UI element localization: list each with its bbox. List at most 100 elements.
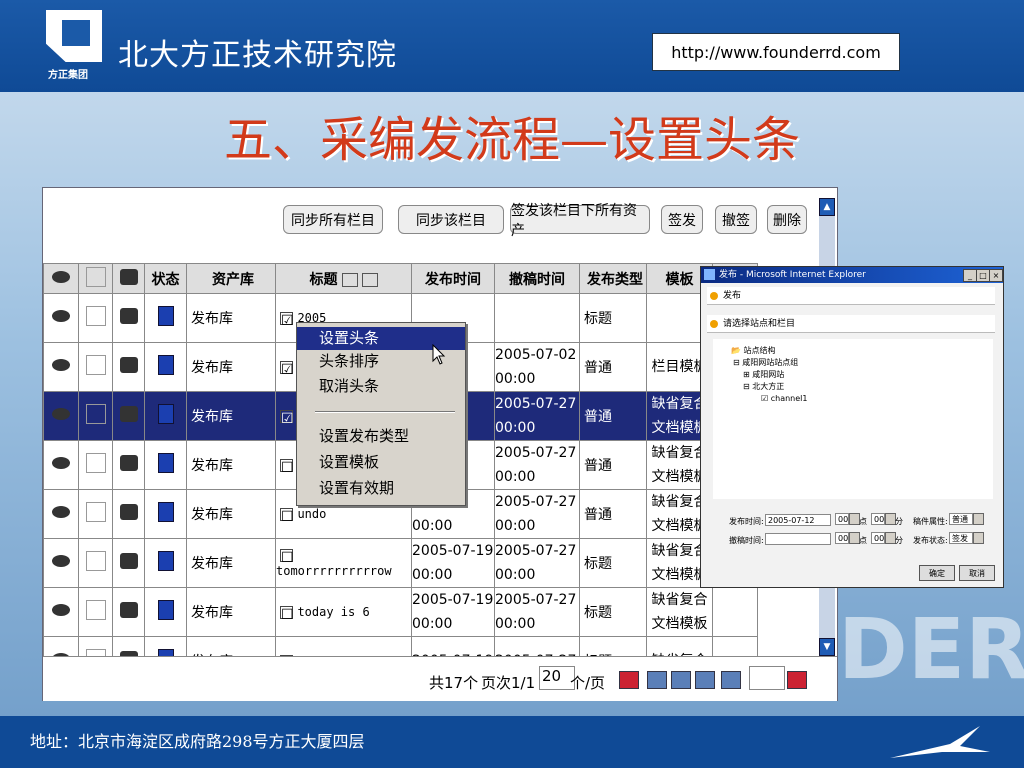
menu-set-template[interactable]: 设置模板: [297, 451, 465, 474]
revoke-date-cell: 2005-07-27: [495, 543, 577, 559]
maximize-icon[interactable]: □: [976, 269, 990, 282]
chevron-down-icon[interactable]: [973, 513, 984, 525]
package-icon[interactable]: [119, 553, 138, 569]
eye-icon[interactable]: [52, 359, 70, 371]
next-page-icon[interactable]: [695, 671, 715, 689]
publish-time-input[interactable]: 2005-07-12: [765, 514, 831, 526]
publish-clock-cell: 00:00: [412, 616, 453, 632]
title-cell[interactable]: today is 6: [297, 605, 369, 619]
eye-icon[interactable]: [52, 457, 70, 469]
table-cell: [78, 489, 113, 539]
table-cell: 发布库: [186, 440, 276, 490]
status-select[interactable]: 签发: [949, 532, 973, 544]
network-icon[interactable]: [85, 453, 106, 473]
row-checkbox[interactable]: ☐: [280, 458, 294, 476]
library-column-header[interactable]: 资产库: [186, 263, 276, 294]
table-row[interactable]: 发布库 ☐ today is 6 2005-07-19 00:00 2005-07-27…: [43, 587, 758, 637]
tree-site-group[interactable]: ⊟ 咸阳网站站点组: [733, 357, 798, 368]
title-cell[interactable]: tomorrrrrrrrrrow: [276, 564, 392, 578]
tree-channel[interactable]: ☑ channel1: [761, 394, 807, 403]
revoke-hour-select[interactable]: 00: [835, 532, 849, 544]
sign-all-assets-button[interactable]: 签发该栏目下所有资产: [510, 203, 650, 239]
table-cell: [112, 293, 145, 343]
sign-button[interactable]: 签发: [661, 205, 703, 234]
status-icon: [157, 355, 174, 375]
table-row[interactable]: 发布库 ☐ tomorrrrrrrrrrow 2005-07-19 00:00 2005…: [43, 538, 758, 588]
revoke-minute-select[interactable]: 00: [871, 532, 885, 544]
sync-all-columns-button[interactable]: 同步所有栏目: [283, 205, 383, 234]
go-to-page-input[interactable]: [749, 666, 785, 690]
package-icon[interactable]: [119, 406, 138, 422]
eye-icon[interactable]: [52, 310, 70, 322]
revoke-time-input[interactable]: [765, 533, 831, 545]
network-icon[interactable]: [85, 502, 106, 522]
table-cell: [712, 587, 758, 637]
row-checkbox[interactable]: ☐: [280, 507, 294, 525]
dialog-select-section: 请选择站点和栏目: [707, 315, 995, 333]
row-checkbox[interactable]: ☑: [280, 311, 294, 329]
delete-button[interactable]: 删除: [767, 205, 807, 234]
package-icon[interactable]: [119, 455, 138, 471]
table-cell: 2005-07-19 00:00: [411, 538, 495, 588]
tree-site-founder[interactable]: ⊟ 北大方正: [743, 381, 784, 392]
scroll-down-arrow-icon[interactable]: ▼: [819, 638, 835, 656]
eye-icon[interactable]: [52, 506, 70, 518]
package-icon[interactable]: [119, 357, 138, 373]
last-page-icon[interactable]: [721, 671, 741, 689]
publish-minute-select[interactable]: 00: [871, 513, 885, 525]
row-checkbox[interactable]: ☐: [280, 548, 294, 566]
menu-set-publish-type[interactable]: 设置发布类型: [297, 425, 465, 448]
package-icon[interactable]: [119, 504, 138, 520]
revoke-clock-cell: 00:00: [495, 420, 536, 436]
go-page-icon[interactable]: [787, 671, 807, 689]
revoke-clock-cell: 00:00: [495, 616, 536, 632]
revoke-date-cell: 2005-07-27: [495, 592, 577, 608]
publish-time-column-header[interactable]: 发布时间: [411, 263, 495, 294]
package-icon[interactable]: [119, 308, 138, 324]
chevron-down-icon[interactable]: [973, 532, 984, 544]
ok-button[interactable]: 确定: [919, 565, 955, 581]
table-cell: 普通: [579, 342, 647, 392]
menu-set-validity[interactable]: 设置有效期: [297, 477, 465, 500]
title-column-header[interactable]: 标题: [275, 263, 412, 294]
publish-hour-select[interactable]: 00: [835, 513, 849, 525]
background-watermark: DER: [838, 600, 1024, 698]
row-checkbox[interactable]: ☑: [280, 409, 294, 427]
network-icon[interactable]: [85, 355, 106, 375]
publish-type-cell: 标题: [584, 605, 612, 621]
publish-type-column-header[interactable]: 发布类型: [579, 263, 647, 294]
sync-column-button[interactable]: 同步该栏目: [398, 205, 504, 234]
preview-column-header[interactable]: [43, 263, 79, 294]
eye-icon[interactable]: [52, 408, 70, 420]
network-icon[interactable]: [85, 404, 106, 424]
eye-icon[interactable]: [52, 555, 70, 567]
status-label: 发布状态:: [913, 536, 948, 545]
title-cell[interactable]: undo: [297, 507, 326, 521]
row-checkbox[interactable]: ☑: [280, 360, 294, 378]
scroll-up-arrow-icon[interactable]: ▲: [819, 198, 835, 216]
tree-site-xianyang[interactable]: ⊞ 咸阳网站: [743, 369, 784, 380]
minimize-icon[interactable]: _: [963, 269, 977, 282]
package-column-header[interactable]: [112, 263, 145, 294]
revoke-time-column-header[interactable]: 撤稿时间: [494, 263, 580, 294]
structure-column-header[interactable]: [78, 263, 113, 294]
cancel-button[interactable]: 取消: [959, 565, 995, 581]
attr-select[interactable]: 普通: [949, 513, 973, 525]
first-page-icon[interactable]: [647, 671, 667, 689]
status-column-header[interactable]: 状态: [144, 263, 187, 294]
unsign-button[interactable]: 撤签: [715, 205, 757, 234]
network-icon[interactable]: [85, 600, 106, 620]
template-line2: 文档模板: [651, 616, 708, 632]
dialog-title-bar[interactable]: 发布 - Microsoft Internet Explorer: [701, 267, 1003, 283]
slide-title: 五、采编发流程—设置头条: [223, 112, 800, 168]
prev-page-icon[interactable]: [671, 671, 691, 689]
network-icon[interactable]: [85, 306, 106, 326]
network-icon[interactable]: [85, 551, 106, 571]
close-icon[interactable]: ×: [989, 269, 1003, 282]
speaker-icon[interactable]: [619, 671, 639, 689]
package-icon[interactable]: [119, 602, 138, 618]
menu-cancel-headline[interactable]: 取消头条: [297, 375, 465, 398]
eye-icon[interactable]: [52, 604, 70, 616]
tree-root[interactable]: 📂 站点结构: [731, 345, 776, 356]
row-checkbox[interactable]: ☐: [280, 605, 294, 623]
